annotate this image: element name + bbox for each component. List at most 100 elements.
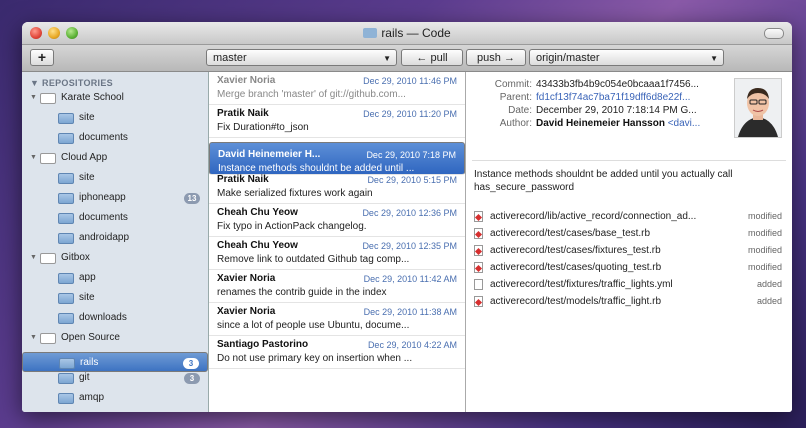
disclosure-triangle-icon[interactable]: ▼ <box>30 328 37 348</box>
sidebar-item[interactable]: androidapp <box>22 228 208 248</box>
commit-list[interactable]: Xavier Noria Dec 29, 2010 11:46 PM Merge b… <box>209 72 466 412</box>
branch-select-value: master <box>213 52 247 64</box>
sidebar-item[interactable]: app <box>22 268 208 288</box>
file-status: modified <box>747 228 782 238</box>
commit-author: Santiago Pastorino <box>217 339 309 350</box>
commit-row[interactable]: Pratik Naik Dec 29, 2010 5:15 PM Make seri… <box>209 171 465 204</box>
title-bar: rails — Code <box>22 22 792 45</box>
folder-icon <box>58 273 74 284</box>
commit-row[interactable]: Cheah Chu Yeow Dec 29, 2010 12:35 PM Remov… <box>209 237 465 270</box>
disclosure-triangle-icon[interactable]: ▼ <box>30 88 37 108</box>
branch-select[interactable]: master ▼ <box>206 49 397 66</box>
divider <box>472 160 786 161</box>
commit-author: Cheah Chu Yeow <box>217 207 298 218</box>
sidebar-item[interactable]: documents <box>22 208 208 228</box>
commit-row[interactable]: Xavier Noria Dec 29, 2010 11:46 PM Merge b… <box>209 72 465 105</box>
sidebar-group[interactable]: ▼ Gitbox <box>22 248 208 268</box>
folder-icon <box>58 293 74 304</box>
file-status: modified <box>747 211 782 221</box>
remote-select-value: origin/master <box>536 52 600 64</box>
commit-row[interactable]: Santiago Pastorino Dec 29, 2010 4:22 AM Do… <box>209 336 465 369</box>
commit-message-summary: Fix typo in ActionPack changelog. <box>217 221 367 232</box>
sidebar-group[interactable]: ▼ Cloud App <box>22 148 208 168</box>
commit-detail: Commit: 43433b3fb4b9c054e0bcaaa1f7456... … <box>466 72 792 412</box>
commit-row[interactable]: Pratik Naik Dec 29, 2010 11:20 PM Fix Dura… <box>209 105 465 138</box>
file-status: modified <box>747 245 782 255</box>
commit-date: Dec 29, 2010 11:20 PM <box>363 109 457 119</box>
folder-icon <box>58 173 74 184</box>
parent-row: Parent: fd1cf13f74ac7ba71f19dff6d8e22f... <box>474 91 720 104</box>
changed-file-row[interactable]: activerecord/lib/active_record/connectio… <box>474 208 782 225</box>
sidebar-item-label: downloads <box>79 312 127 323</box>
folder-icon <box>58 213 74 224</box>
folder-icon <box>58 233 74 244</box>
sidebar-item-label: site <box>79 172 95 183</box>
commit-date: Dec 29, 2010 11:46 PM <box>363 76 457 86</box>
sidebar-group[interactable]: ▼ Open Source <box>22 328 208 348</box>
sidebar-item[interactable]: documents <box>22 128 208 148</box>
commit-message-summary: Merge branch 'master' of git://github.co… <box>217 89 406 100</box>
toolbar-toggle-button[interactable] <box>764 28 784 39</box>
pull-button[interactable]: ← pull <box>401 49 463 66</box>
add-repository-button[interactable]: + <box>30 49 54 66</box>
disclosure-triangle-icon[interactable]: ▼ <box>30 248 37 268</box>
toolbar: + master ▼ ← pull push → origin/master ▼ <box>22 45 792 72</box>
commit-date: Dec 29, 2010 5:15 PM <box>367 175 457 185</box>
commit-date: Dec 29, 2010 11:38 AM <box>363 307 457 317</box>
commit-row[interactable]: Xavier Noria Dec 29, 2010 11:38 AM since a… <box>209 303 465 336</box>
changed-file-row[interactable]: activerecord/test/models/traffic_light.r… <box>474 293 782 310</box>
changed-file-row[interactable]: activerecord/test/cases/base_test.rb modi… <box>474 225 782 242</box>
commit-author: Pratik Naik <box>217 174 269 185</box>
sidebar-item[interactable]: git 3 <box>22 368 208 388</box>
sidebar-item-label: Open Source <box>61 332 120 343</box>
commit-row[interactable]: Cheah Chu Yeow Dec 29, 2010 12:36 PM Fix t… <box>209 204 465 237</box>
parent-hash-link[interactable]: fd1cf13f74ac7ba71f19dff6d8e22f... <box>536 92 690 103</box>
ruby-file-icon <box>474 296 483 307</box>
sidebar-item-label: documents <box>79 132 128 143</box>
sidebar-item[interactable]: nodejs5 <box>22 408 208 412</box>
disclosure-triangle-icon[interactable]: ▼ <box>30 148 37 168</box>
changed-file-row[interactable]: activerecord/test/cases/quoting_test.rb m… <box>474 259 782 276</box>
commit-date: Dec 29, 2010 12:36 PM <box>362 208 457 218</box>
sidebar-item[interactable]: site <box>22 288 208 308</box>
sidebar-item-label: Karate School <box>61 92 124 103</box>
sidebar-item[interactable]: amqp <box>22 388 208 408</box>
sidebar-item[interactable]: site <box>22 168 208 188</box>
author-email-link[interactable]: <davi... <box>668 118 701 129</box>
sidebar-item[interactable]: downloads <box>22 308 208 328</box>
commit-rows: Xavier Noria Dec 29, 2010 11:46 PM Merge b… <box>209 72 465 369</box>
file-status: modified <box>747 262 782 272</box>
window-title-text: rails — Code <box>381 26 451 40</box>
avatar <box>734 78 782 138</box>
window-title: rails — Code <box>22 26 792 40</box>
changed-file-row[interactable]: activerecord/test/fixtures/traffic_light… <box>474 276 782 293</box>
changed-file-row[interactable]: activerecord/test/cases/fixtures_test.rb… <box>474 242 782 259</box>
parent-label: Parent: <box>499 92 532 103</box>
commit-hash[interactable]: 43433b3fb4b9c054e0bcaaa1f7456... <box>536 79 699 90</box>
folder-icon <box>40 93 56 104</box>
ruby-file-icon <box>474 228 483 239</box>
commit-date: Dec 29, 2010 11:42 AM <box>363 274 457 284</box>
sidebar-item[interactable]: site <box>22 108 208 128</box>
commit-row[interactable]: Xavier Noria Dec 29, 2010 11:42 AM renames… <box>209 270 465 303</box>
remote-select[interactable]: origin/master ▼ <box>529 49 724 66</box>
commit-date: Dec 29, 2010 12:35 PM <box>362 241 457 251</box>
commit-message: Instance methods shouldnt be added until… <box>474 169 733 193</box>
folder-icon <box>40 153 56 164</box>
folder-icon <box>58 313 74 324</box>
ruby-file-icon <box>474 262 483 273</box>
folder-icon <box>58 133 74 144</box>
file-path: activerecord/lib/active_record/connectio… <box>490 211 697 222</box>
commit-author: Xavier Noria <box>217 75 276 86</box>
folder-icon <box>40 253 56 264</box>
commit-date: Dec 29, 2010 4:22 AM <box>367 340 457 350</box>
sidebar-item[interactable]: iphoneapp 13 <box>22 188 208 208</box>
chevron-down-icon: ▼ <box>710 54 718 63</box>
sidebar-group[interactable]: ▼ Karate School <box>22 88 208 108</box>
sidebar-item-label: site <box>79 112 95 123</box>
ruby-file-icon <box>474 211 483 222</box>
sidebar-header: ▼ REPOSITORIES <box>30 78 113 88</box>
folder-icon <box>58 113 74 124</box>
commit-author: Xavier Noria <box>217 306 276 317</box>
push-button[interactable]: push → <box>466 49 526 66</box>
